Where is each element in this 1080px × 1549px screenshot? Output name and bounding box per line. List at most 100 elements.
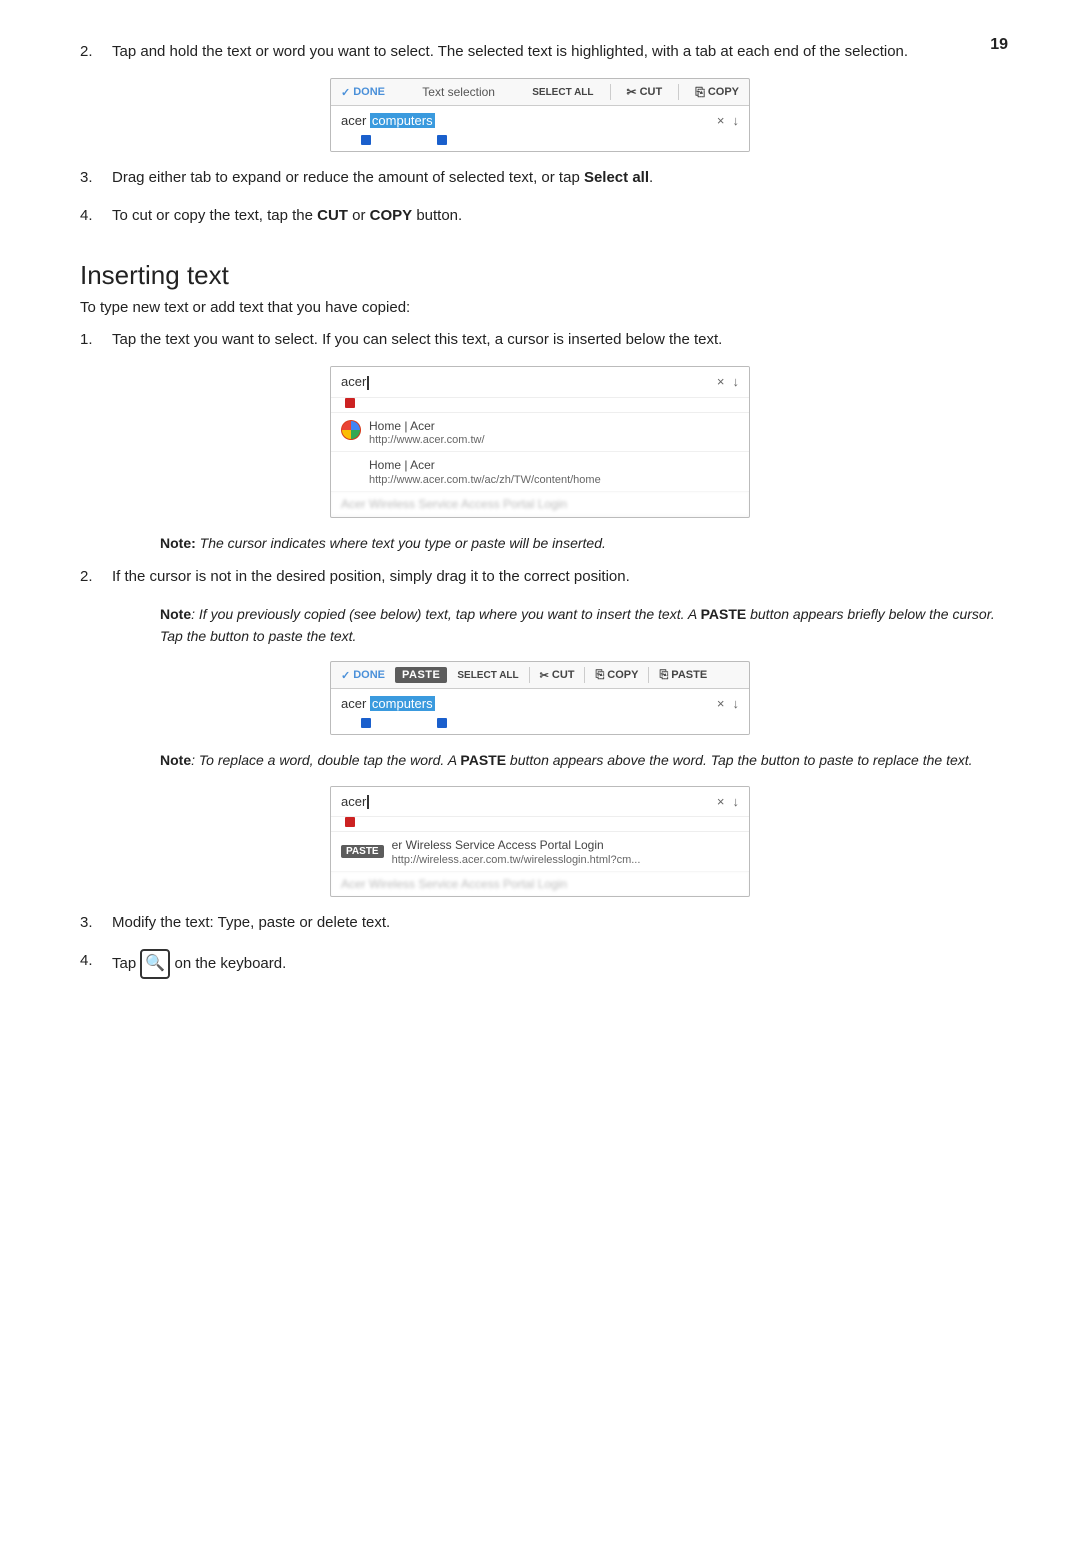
input-text-highlighted: computers xyxy=(370,113,435,128)
toolbar4-cursor xyxy=(367,795,369,809)
toolbar4-input-row: acer × ↓ xyxy=(331,787,749,818)
toolbar-select-all: SELECT ALL xyxy=(532,87,593,98)
toolbar4-icons: × ↓ xyxy=(717,794,739,809)
step-3-number: 3. xyxy=(80,166,112,190)
paste-suggestion-url: http://wireless.acer.com.tw/wirelesslogi… xyxy=(392,854,641,866)
paste-label-3: PASTE xyxy=(671,669,707,681)
cut-label-3: CUT xyxy=(552,669,575,681)
browser-chrome-icon-1 xyxy=(341,420,361,440)
step-3: 3. Drag either tab to expand or reduce t… xyxy=(80,166,1000,190)
ins-step-1-text: Tap the text you want to select. If you … xyxy=(112,328,1000,352)
text-cursor xyxy=(367,376,369,390)
mic-icon: ↓ xyxy=(733,113,740,128)
toolbar-illustration-2: acer × ↓ Home | Acer http://www.acer.com… xyxy=(330,366,750,518)
paste-suggestion-label: PASTE xyxy=(341,845,384,858)
section-title-inserting: Inserting text xyxy=(80,260,1000,291)
toolbar3-paste2[interactable]: ⎘ PASTE xyxy=(659,669,707,682)
step-4-copy: COPY xyxy=(370,207,413,224)
toolbar3-input-row: acer computers × ↓ xyxy=(331,689,749,718)
toolbar3-left-handle xyxy=(361,718,371,728)
toolbar2-icons: × ↓ xyxy=(717,374,739,389)
checkmark-icon: ✓ xyxy=(341,86,350,99)
toolbar3-cut[interactable]: ✂ CUT xyxy=(540,669,575,682)
done-label-3: DONE xyxy=(353,669,385,681)
toolbar4-input-text: acer xyxy=(341,794,709,810)
toolbar-cut-button[interactable]: ✂ CUT xyxy=(627,85,663,99)
final-steps: 3. Modify the text: Type, paste or delet… xyxy=(80,911,1000,979)
toolbar3-sep2 xyxy=(584,667,585,683)
toolbar3-top-row: ✓ DONE PASTE SELECT ALL ✂ CUT ⎘ COPY ⎘ P… xyxy=(331,662,749,689)
toolbar3-icons: × ↓ xyxy=(717,696,739,711)
toolbar-illustration-1: ✓ DONE Text selection SELECT ALL ✂ CUT ⎘… xyxy=(330,78,750,152)
note-1-text: The cursor indicates where text you type… xyxy=(196,535,606,551)
ins-step-3-number: 3. xyxy=(80,911,112,935)
note-3-text: : To replace a word, double tap the word… xyxy=(191,752,460,768)
browser-result-1[interactable]: Home | Acer http://www.acer.com.tw/ xyxy=(331,413,749,453)
ins-step-2: 2. If the cursor is not in the desired p… xyxy=(80,565,1000,589)
result-2-title: Home | Acer xyxy=(369,457,601,474)
step-4: 4. To cut or copy the text, tap the CUT … xyxy=(80,204,1000,228)
toolbar3-paste-btn[interactable]: PASTE xyxy=(395,667,447,683)
note-2-paste-bold: PASTE xyxy=(701,606,747,622)
toolbar-separator-2 xyxy=(678,84,679,100)
step-4-text: To cut or copy the text, tap the CUT or … xyxy=(112,204,1000,228)
note-3-paste-bold: PASTE xyxy=(460,752,506,768)
step-2: 2. Tap and hold the text or word you wan… xyxy=(80,40,1000,64)
page-number: 19 xyxy=(990,36,1008,54)
copy-icon-3: ⎘ xyxy=(595,669,604,682)
ins-step-4-text: Tap xyxy=(112,955,140,972)
browser-result-1-text: Home | Acer http://www.acer.com.tw/ xyxy=(369,418,485,447)
note-1: Note: The cursor indicates where text yo… xyxy=(160,532,1000,554)
toolbar3-right-handle xyxy=(437,718,447,728)
toolbar2-clear-icon: × xyxy=(717,374,725,389)
section-intro: To type new text or add text that you ha… xyxy=(80,299,1000,316)
copy-label-3: COPY xyxy=(607,669,638,681)
paste-suggestion-row[interactable]: PASTE er Wireless Service Access Portal … xyxy=(331,832,749,872)
browser-result-2[interactable]: Home | Acer http://www.acer.com.tw/ac/zh… xyxy=(331,452,749,492)
ins-step-2-number: 2. xyxy=(80,565,112,589)
toolbar3-cursor-handles xyxy=(331,718,749,734)
note-2-text: : If you previously copied (see below) t… xyxy=(191,606,700,622)
select-all-label: SELECT ALL xyxy=(532,87,593,98)
note-2-label: Note xyxy=(160,606,191,622)
step-3-bold: Select all xyxy=(584,169,649,186)
toolbar3-copy[interactable]: ⎘ COPY xyxy=(595,669,638,682)
toolbar2-cursor-handle-row xyxy=(331,398,749,413)
clear-icon: × xyxy=(717,113,725,128)
ins-step-2-text: If the cursor is not in the desired posi… xyxy=(112,565,1000,589)
toolbar-copy-button[interactable]: ⎘ COPY xyxy=(695,85,739,100)
step-4-or: or xyxy=(348,207,370,224)
cut-label: CUT xyxy=(640,86,663,98)
paste-suggestion-main-text: er Wireless Service Access Portal Login xyxy=(392,837,641,854)
ins-step-4: 4. Tap 🔍 on the keyboard. xyxy=(80,949,1000,979)
toolbar3-input-text: acer computers xyxy=(341,696,711,711)
note-3: Note: To replace a word, double tap the … xyxy=(160,749,1000,771)
step-4-cut: CUT xyxy=(317,207,348,224)
cut-icon: ✂ xyxy=(627,85,637,99)
input3-before: acer xyxy=(341,696,370,711)
result-1-url: http://www.acer.com.tw/ xyxy=(369,434,485,446)
toolbar3-select-all: SELECT ALL xyxy=(457,670,518,681)
clear-icon-3: × xyxy=(717,696,725,711)
result-2-url: http://www.acer.com.tw/ac/zh/TW/content/… xyxy=(369,474,601,486)
toolbar3-sep3 xyxy=(648,667,649,683)
step-2-text: Tap and hold the text or word you want t… xyxy=(112,40,1000,64)
ins-step-4-text2: on the keyboard. xyxy=(175,955,287,972)
toolbar-illustration-4: acer × ↓ PASTE er Wireless Service Acces… xyxy=(330,786,750,897)
toolbar-separator-1 xyxy=(610,84,611,100)
step-3-text: Drag either tab to expand or reduce the … xyxy=(112,166,1000,190)
step-4-number: 4. xyxy=(80,204,112,228)
step-3-main: Drag either tab to expand or reduce the … xyxy=(112,169,584,186)
note-2: Note: If you previously copied (see belo… xyxy=(160,603,1000,648)
input3-highlighted: computers xyxy=(370,696,435,711)
input-text-before: acer xyxy=(341,113,370,128)
step-4-end: button. xyxy=(412,207,462,224)
toolbar4-cursor-handle xyxy=(345,817,355,827)
note-1-label: Note: xyxy=(160,535,196,551)
toolbar-input-text: acer computers xyxy=(341,113,711,128)
left-cursor-handle xyxy=(361,135,371,145)
toolbar4-cursor-handle-row xyxy=(331,817,749,832)
chrome-logo xyxy=(342,421,360,439)
ins-step-3-text: Modify the text: Type, paste or delete t… xyxy=(112,911,1000,935)
step-4-main: To cut or copy the text, tap the xyxy=(112,207,317,224)
